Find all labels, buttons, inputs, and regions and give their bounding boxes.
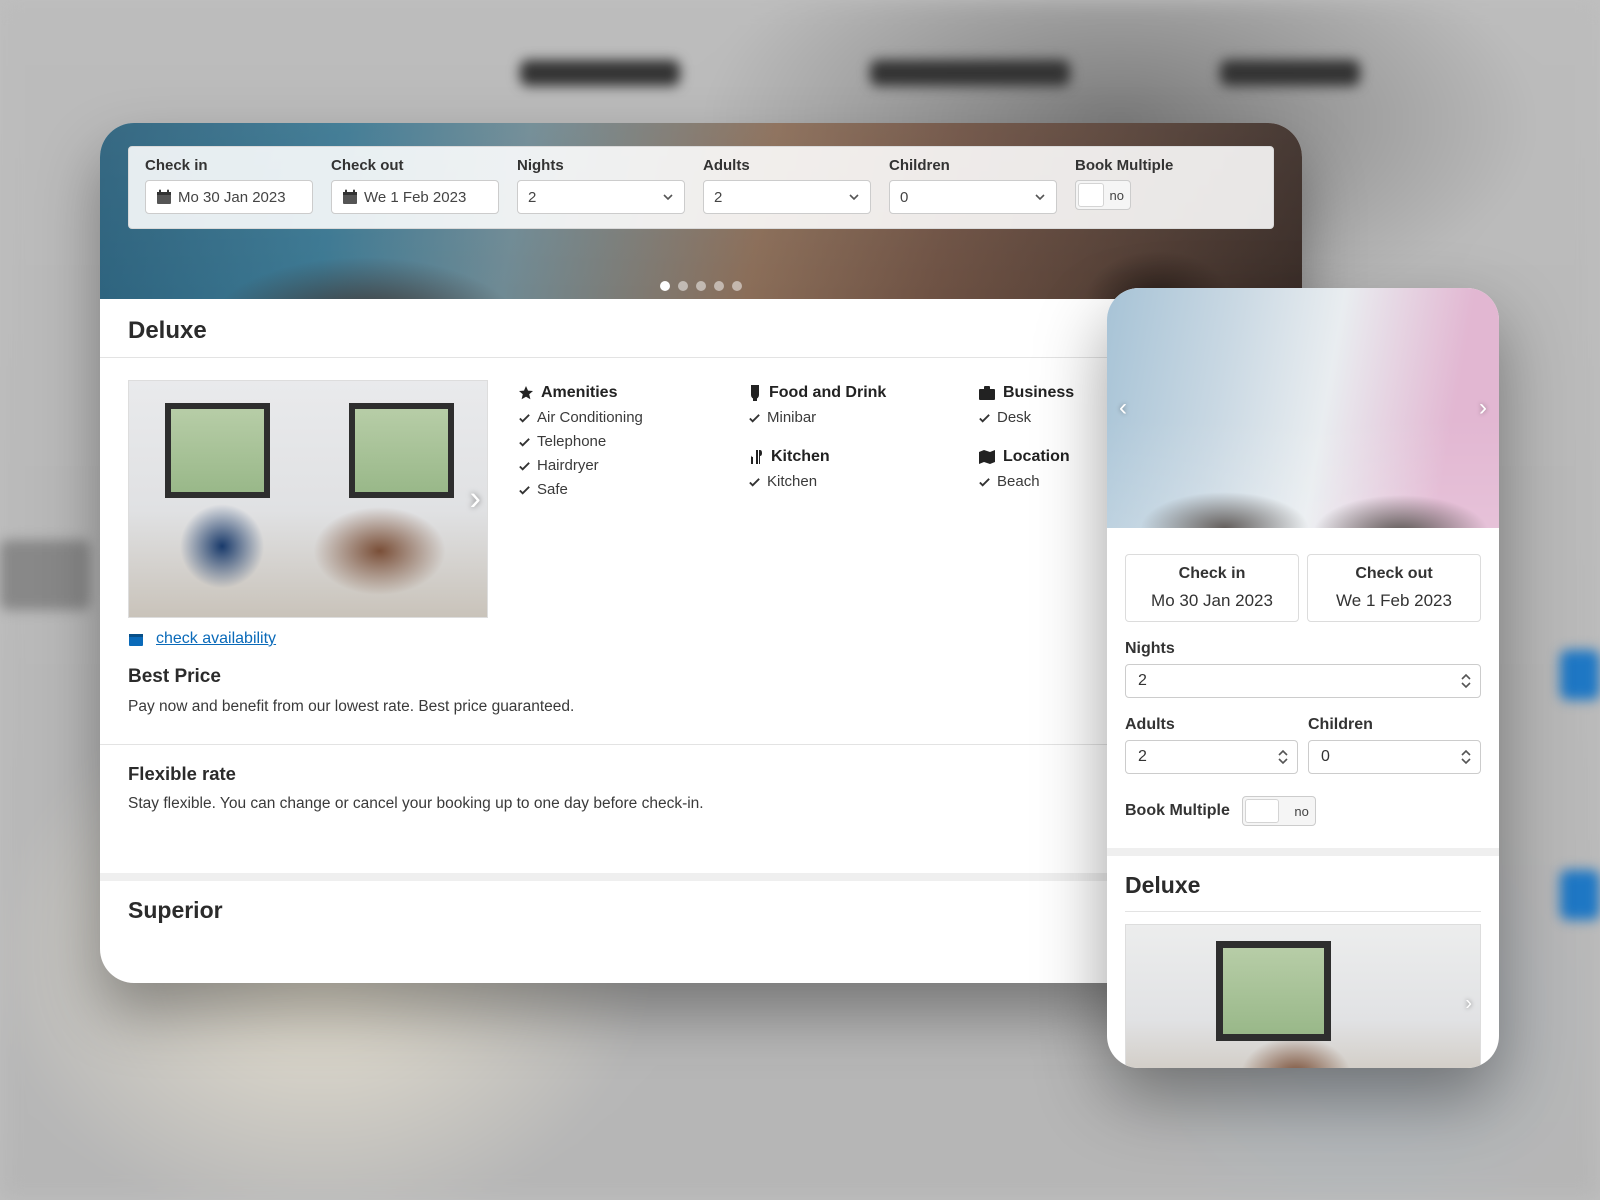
chevron-down-icon bbox=[1034, 191, 1046, 203]
calendar-icon bbox=[156, 189, 172, 205]
star-icon bbox=[518, 385, 534, 401]
checkout-value: We 1 Feb 2023 bbox=[364, 189, 466, 206]
check-icon bbox=[518, 460, 531, 473]
mobile-hero[interactable]: ‹ › bbox=[1107, 288, 1499, 528]
check-icon bbox=[518, 412, 531, 425]
calendar-icon bbox=[128, 631, 144, 647]
glass-icon bbox=[748, 385, 762, 401]
check-icon bbox=[748, 476, 761, 489]
bg-smudge bbox=[520, 60, 680, 86]
mobile-window: ‹ › Check in Mo 30 Jan 2023 Check out We… bbox=[1107, 288, 1499, 1068]
amenity-item: Air Conditioning bbox=[537, 406, 643, 430]
nights-value: 2 bbox=[528, 189, 536, 206]
amenity-item: Minibar bbox=[767, 406, 816, 430]
amenity-item: Kitchen bbox=[767, 470, 817, 494]
check-icon bbox=[978, 412, 991, 425]
mobile-room-image[interactable]: › bbox=[1125, 924, 1481, 1068]
room-title: Superior bbox=[128, 897, 1274, 924]
check-icon bbox=[518, 436, 531, 449]
toggle-knob bbox=[1245, 799, 1279, 823]
carousel-next-icon[interactable]: › bbox=[1465, 993, 1472, 1016]
mobile-adults-select[interactable]: 2 bbox=[1125, 740, 1298, 774]
mobile-checkout-label: Check out bbox=[1314, 565, 1474, 583]
business-heading: Business bbox=[1003, 384, 1074, 402]
check-availability-link[interactable]: check availability bbox=[156, 630, 276, 648]
check-icon bbox=[518, 484, 531, 497]
amenities-heading: Amenities bbox=[541, 384, 617, 402]
chevron-down-icon bbox=[848, 191, 860, 203]
mobile-adults-value: 2 bbox=[1138, 748, 1147, 766]
amenity-item: Telephone bbox=[537, 430, 606, 454]
mobile-nights-label: Nights bbox=[1125, 640, 1481, 658]
children-label: Children bbox=[889, 157, 1057, 174]
divider bbox=[1107, 848, 1499, 856]
mobile-children-value: 0 bbox=[1321, 748, 1330, 766]
mobile-room-title: Deluxe bbox=[1125, 856, 1481, 912]
book-multiple-value: no bbox=[1110, 188, 1124, 203]
amenity-item: Desk bbox=[997, 406, 1031, 430]
stepper-icon bbox=[1460, 748, 1472, 766]
check-icon bbox=[748, 412, 761, 425]
stepper-icon bbox=[1277, 748, 1289, 766]
rate-desc: Stay flexible. You can change or cancel … bbox=[128, 795, 1274, 813]
map-icon bbox=[978, 449, 996, 465]
mobile-checkin[interactable]: Check in Mo 30 Jan 2023 bbox=[1125, 554, 1299, 622]
calendar-icon bbox=[342, 189, 358, 205]
mobile-checkout[interactable]: Check out We 1 Feb 2023 bbox=[1307, 554, 1481, 622]
rate-title: Best Price bbox=[128, 666, 1274, 688]
adults-label: Adults bbox=[703, 157, 871, 174]
location-heading: Location bbox=[1003, 448, 1070, 466]
mobile-children-label: Children bbox=[1308, 716, 1481, 734]
utensils-icon bbox=[748, 449, 764, 465]
carousel-prev-icon[interactable]: ‹ bbox=[1119, 394, 1127, 422]
amenity-item: Hairdryer bbox=[537, 454, 599, 478]
bg-smudge bbox=[0, 540, 90, 610]
mobile-book-multiple-toggle[interactable]: no bbox=[1242, 796, 1316, 826]
checkin-value: Mo 30 Jan 2023 bbox=[178, 189, 286, 206]
adults-select[interactable]: 2 bbox=[703, 180, 871, 214]
book-multiple-toggle[interactable]: no bbox=[1075, 180, 1131, 210]
room-image[interactable]: › bbox=[128, 380, 488, 618]
mobile-children-select[interactable]: 0 bbox=[1308, 740, 1481, 774]
mobile-checkin-label: Check in bbox=[1132, 565, 1292, 583]
checkin-label: Check in bbox=[145, 157, 313, 174]
stepper-icon bbox=[1460, 672, 1472, 690]
nights-select[interactable]: 2 bbox=[517, 180, 685, 214]
book-multiple-label: Book Multiple bbox=[1075, 157, 1173, 174]
nights-label: Nights bbox=[517, 157, 685, 174]
food-heading: Food and Drink bbox=[769, 384, 886, 402]
checkout-input[interactable]: We 1 Feb 2023 bbox=[331, 180, 499, 214]
hero-image: Check in Mo 30 Jan 2023 Check out We 1 F… bbox=[100, 123, 1302, 299]
mobile-book-multiple-label: Book Multiple bbox=[1125, 802, 1230, 820]
search-bar: Check in Mo 30 Jan 2023 Check out We 1 F… bbox=[128, 146, 1274, 229]
mobile-nights-select[interactable]: 2 bbox=[1125, 664, 1481, 698]
mobile-adults-label: Adults bbox=[1125, 716, 1298, 734]
bg-smudge bbox=[1220, 60, 1360, 86]
checkout-label: Check out bbox=[331, 157, 499, 174]
bg-smudge bbox=[870, 60, 1070, 86]
checkin-input[interactable]: Mo 30 Jan 2023 bbox=[145, 180, 313, 214]
briefcase-icon bbox=[978, 385, 996, 401]
children-select[interactable]: 0 bbox=[889, 180, 1057, 214]
bg-smudge bbox=[1560, 870, 1600, 920]
amenity-item: Beach bbox=[997, 470, 1040, 494]
chevron-down-icon bbox=[662, 191, 674, 203]
amenity-item: Safe bbox=[537, 478, 568, 502]
kitchen-heading: Kitchen bbox=[771, 448, 830, 466]
carousel-next-icon[interactable]: › bbox=[1479, 394, 1487, 422]
mobile-checkin-value: Mo 30 Jan 2023 bbox=[1132, 591, 1292, 611]
mobile-nights-value: 2 bbox=[1138, 672, 1147, 690]
mobile-checkout-value: We 1 Feb 2023 bbox=[1314, 591, 1474, 611]
children-value: 0 bbox=[900, 189, 908, 206]
adults-value: 2 bbox=[714, 189, 722, 206]
mobile-book-multiple-value: no bbox=[1294, 804, 1308, 819]
carousel-dots[interactable] bbox=[660, 281, 742, 291]
toggle-knob bbox=[1078, 183, 1104, 207]
rate-title: Flexible rate bbox=[128, 763, 1274, 785]
bg-smudge bbox=[1560, 650, 1600, 700]
carousel-next-icon[interactable]: › bbox=[470, 480, 481, 519]
check-icon bbox=[978, 476, 991, 489]
rate-desc: Pay now and benefit from our lowest rate… bbox=[128, 698, 1274, 716]
